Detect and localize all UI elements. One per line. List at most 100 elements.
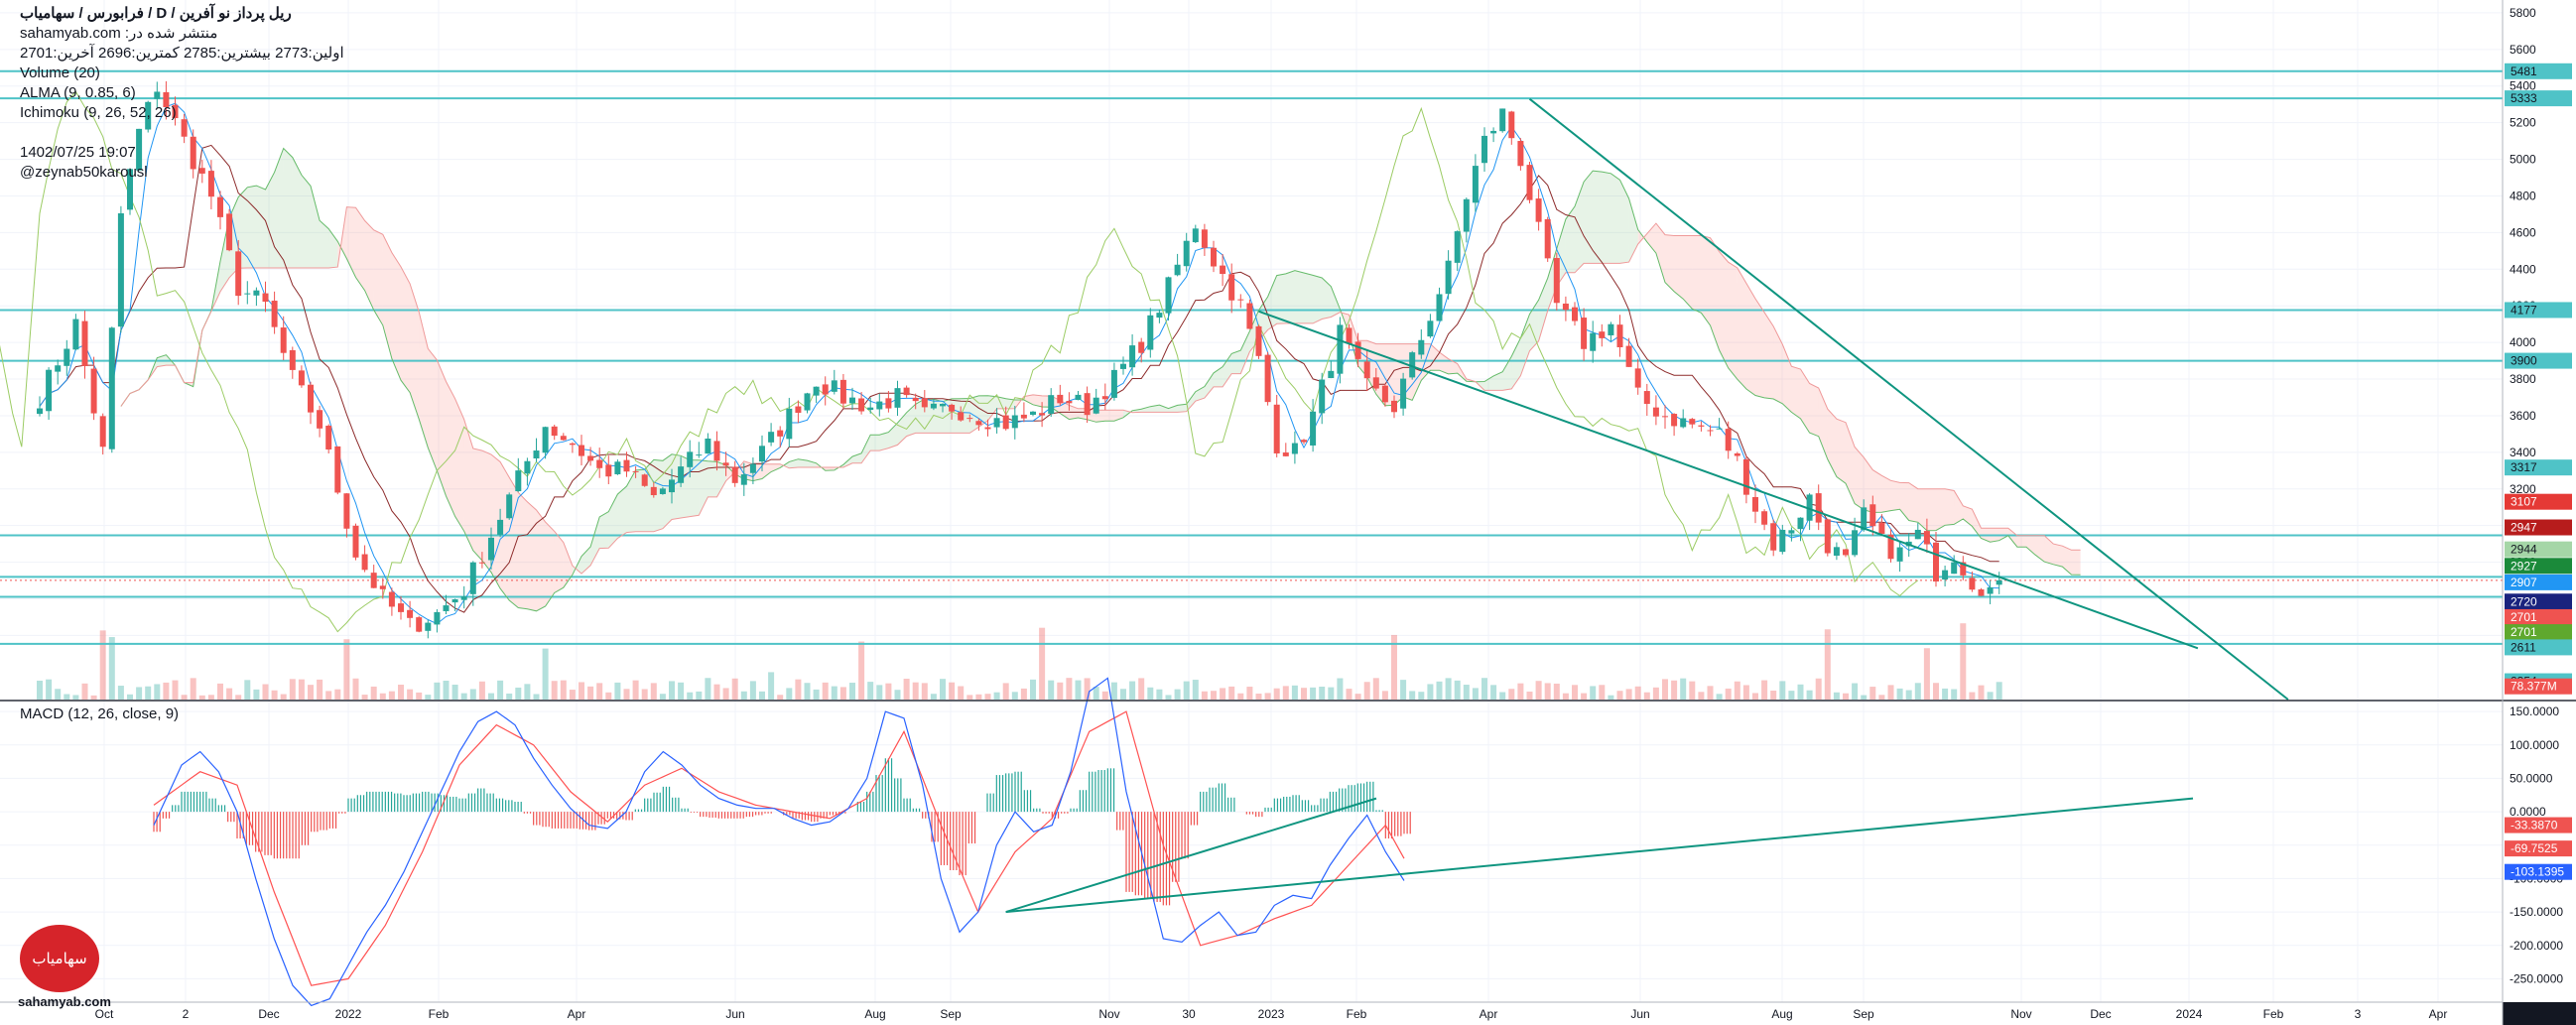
volume-bar xyxy=(515,687,522,700)
x-tick-label: Dec xyxy=(258,1007,279,1021)
candle-body xyxy=(1147,315,1154,350)
symbol-title[interactable]: ریل پرداز نو آفرین / D / فرابورس / سهامی… xyxy=(20,4,344,24)
volume-bar xyxy=(1797,684,1804,700)
candle-body xyxy=(1201,229,1208,248)
candle-body xyxy=(506,494,513,519)
cloud-segment xyxy=(1674,235,1684,300)
candle-body xyxy=(822,384,829,395)
price-badge-text: 2947 xyxy=(2511,521,2537,535)
macd-indicator-label[interactable]: MACD (12, 26, close, 9) xyxy=(20,705,179,722)
volume-bar xyxy=(1255,694,1262,700)
cloud-segment xyxy=(1926,488,1936,531)
candle-body xyxy=(1581,318,1588,349)
price-badge-text: 2927 xyxy=(2511,559,2537,573)
volume-bar xyxy=(1174,689,1181,700)
cloud-segment xyxy=(653,459,663,532)
candle-body xyxy=(813,386,820,396)
candle-body xyxy=(1987,586,1994,594)
candle-body xyxy=(1878,523,1885,534)
candle-body xyxy=(1869,504,1876,527)
cloud-segment xyxy=(1881,475,1891,513)
volume-bar xyxy=(1923,648,1930,700)
volume-bar xyxy=(1002,683,1009,700)
volume-bar xyxy=(1978,685,1985,700)
volume-bar xyxy=(1987,692,1994,700)
y-tick-label: 5800 xyxy=(2510,6,2536,20)
volume-bar xyxy=(280,694,287,700)
candle-body xyxy=(253,290,260,296)
candle-body xyxy=(1228,274,1235,301)
volume-bar xyxy=(434,682,441,700)
candle-body xyxy=(768,432,775,443)
price-badge: 78.377M xyxy=(2505,678,2572,695)
cloud-segment xyxy=(879,432,889,451)
volume-bar xyxy=(289,679,296,700)
volume-bar xyxy=(641,689,648,700)
volume-bar xyxy=(451,685,458,700)
cloud-segment xyxy=(1584,171,1594,264)
candle-body xyxy=(1246,303,1253,329)
candle-body xyxy=(605,464,612,477)
volume-bar xyxy=(876,685,883,700)
candle-body xyxy=(416,617,423,632)
candle-body xyxy=(1716,428,1723,430)
candle-body xyxy=(1048,395,1055,414)
volume-bar xyxy=(154,684,161,700)
candle-body xyxy=(1391,400,1397,413)
candle-body xyxy=(352,525,359,558)
volume-bar xyxy=(379,693,386,700)
volume-bar xyxy=(1291,685,1298,700)
volume-bar xyxy=(1381,691,1388,700)
volume-bar xyxy=(1156,689,1163,700)
volume-bar xyxy=(632,680,639,700)
candle-body xyxy=(1066,401,1073,404)
x-tick-label: 2023 xyxy=(1258,1007,1285,1021)
cloud-segment xyxy=(1683,235,1693,310)
candle-body xyxy=(1517,141,1524,167)
price-badge: 2927 xyxy=(2505,558,2572,575)
candle-body xyxy=(262,293,269,303)
volume-bar xyxy=(1861,695,1868,700)
volume-bar xyxy=(64,694,70,700)
x-tick-label: Apr xyxy=(1480,1007,1498,1021)
volume-bar xyxy=(940,679,946,700)
x-tick-label: Feb xyxy=(2263,1007,2284,1021)
volume-bar xyxy=(308,685,314,700)
volume-bar xyxy=(1788,691,1795,700)
ichimoku-indicator-label[interactable]: Ichimoku (9, 26, 52, 26) xyxy=(20,103,344,123)
candle-body xyxy=(1328,370,1335,379)
candle-body xyxy=(1110,369,1117,398)
volume-bar xyxy=(1246,687,1253,700)
volume-bar xyxy=(1779,681,1786,700)
volume-bar xyxy=(388,691,395,700)
volume-bar xyxy=(163,682,170,700)
sahamyab-logo: سهامیاب xyxy=(20,925,99,992)
y-tick-label: 4800 xyxy=(2510,189,2536,202)
volume-bar xyxy=(831,686,837,700)
volume-bar xyxy=(605,692,612,700)
volume-bar xyxy=(407,689,414,700)
price-badge-text: 3317 xyxy=(2511,460,2537,474)
volume-bar xyxy=(542,648,549,700)
candle-body xyxy=(731,466,738,483)
volume-bar xyxy=(1310,687,1317,700)
volume-bar xyxy=(1562,693,1569,700)
volume-bar xyxy=(560,680,567,700)
price-badge: 2701 xyxy=(2505,608,2572,625)
volume-bar xyxy=(1237,693,1244,700)
cloud-segment xyxy=(1602,172,1611,264)
author-handle[interactable]: @zeynab50karousl xyxy=(20,163,344,183)
chart-canvas[interactable]: Oct 2 Dec 2022 Feb Apr Jun Aug Sep Nov 30 2023 Feb Ap… xyxy=(0,0,2576,1025)
candle-body xyxy=(1400,378,1407,409)
volume-bar xyxy=(478,681,485,700)
volume-bar xyxy=(1671,680,1678,700)
volume-bar xyxy=(713,684,720,700)
volume-indicator-label[interactable]: Volume (20) xyxy=(20,64,344,83)
candle-body xyxy=(1120,363,1126,369)
candle-body xyxy=(1183,240,1190,267)
alma-indicator-label[interactable]: ALMA (9, 0.85, 6) xyxy=(20,83,344,103)
candle-body xyxy=(1255,325,1262,356)
cloud-segment xyxy=(708,460,717,497)
y-tick-label: 5000 xyxy=(2510,153,2536,167)
candle-body xyxy=(1643,391,1650,405)
